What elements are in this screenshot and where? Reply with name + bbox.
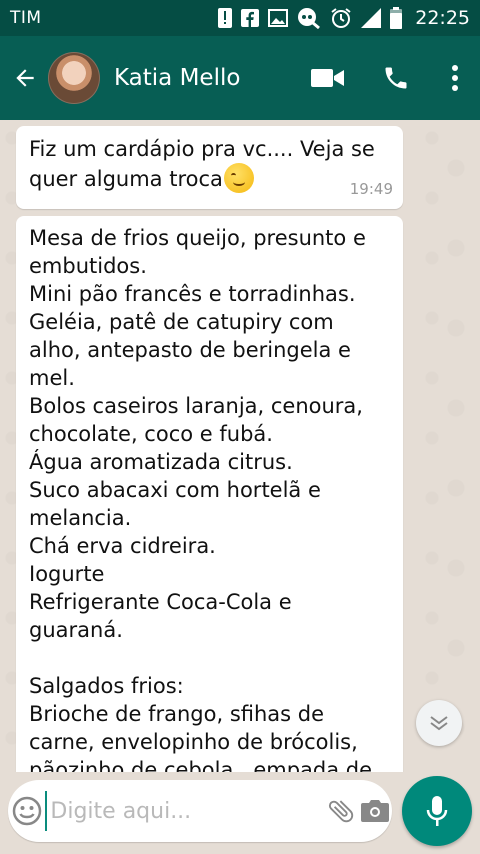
voice-call-button[interactable]: [362, 36, 430, 120]
alarm-icon: [330, 7, 352, 29]
chat-area[interactable]: Fiz um cardápio pra vc.... Veja se quer …: [0, 120, 480, 772]
message-bubble[interactable]: Mesa de frios queijo, presunto e embutid…: [16, 216, 403, 772]
chat-header: Katia Mello: [0, 36, 480, 120]
video-call-icon: [311, 69, 344, 87]
message-text: Mesa de frios queijo, presunto e embutid…: [29, 226, 373, 772]
smirk-emoji-icon: [223, 163, 254, 193]
double-chevron-down-icon: [430, 716, 448, 731]
signal-icon: [361, 8, 382, 28]
status-bar: TIM 22:25: [0, 0, 480, 36]
message-text: Fiz um cardápio pra vc.... Veja se quer …: [29, 137, 382, 191]
mic-icon: [426, 796, 448, 826]
message-input[interactable]: [45, 791, 325, 831]
phone-icon: [385, 67, 407, 89]
more-vert-icon: [452, 65, 458, 91]
camera-icon: [361, 800, 390, 822]
avatar[interactable]: [48, 52, 100, 104]
video-call-button[interactable]: [294, 36, 362, 120]
status-icons: 22:25: [218, 7, 470, 29]
contact-name[interactable]: Katia Mello: [114, 65, 294, 91]
attach-button[interactable]: [324, 780, 358, 842]
message-bubble[interactable]: Fiz um cardápio pra vc.... Veja se quer …: [16, 126, 403, 209]
mic-button[interactable]: [402, 776, 472, 846]
camera-button[interactable]: [358, 780, 392, 842]
emoji-icon: [12, 796, 41, 826]
composer: [8, 780, 392, 842]
facebook-icon: [241, 9, 260, 27]
menu-button[interactable]: [430, 36, 480, 120]
game-icon: [297, 7, 321, 29]
back-arrow-icon: [16, 69, 34, 87]
carrier-name: TIM: [10, 8, 42, 28]
message-time: 19:49: [349, 180, 393, 198]
clock: 22:25: [415, 7, 470, 29]
back-button[interactable]: [2, 36, 48, 120]
image-icon: [268, 9, 289, 27]
attach-icon: [329, 800, 354, 823]
scroll-down-button[interactable]: [416, 700, 462, 746]
battery-icon: [390, 7, 403, 29]
emoji-button[interactable]: [8, 780, 45, 842]
alert-icon: [218, 8, 233, 28]
